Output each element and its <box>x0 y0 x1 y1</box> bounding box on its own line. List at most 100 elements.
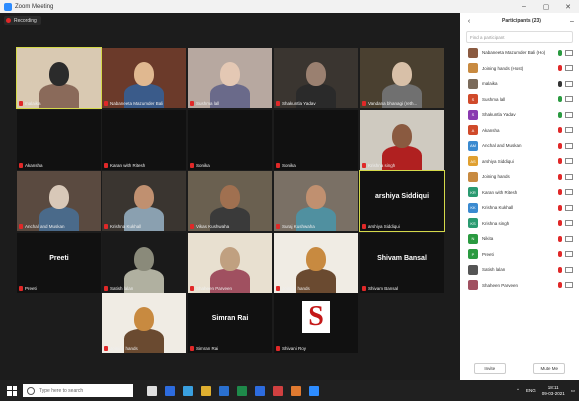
mic-icon[interactable] <box>558 65 562 72</box>
participant-row[interactable]: KK Krishna Kukhall <box>460 200 579 216</box>
language-indicator[interactable]: ENG <box>526 388 536 393</box>
panel-close-icon[interactable]: – <box>565 18 579 25</box>
video-tile[interactable]: Vikas Kushwaha <box>188 171 272 231</box>
video-tile[interactable]: Suraj Kushwaha <box>274 171 358 231</box>
profile-logo: S <box>302 301 330 333</box>
video-icon[interactable] <box>565 111 573 118</box>
video-tile[interactable]: Joining hands <box>274 233 358 293</box>
taskbar-app-icon[interactable] <box>183 385 193 396</box>
recording-indicator[interactable]: Recording <box>4 16 41 25</box>
mic-icon[interactable] <box>558 251 562 258</box>
participant-name: Joining hands <box>482 174 510 180</box>
taskbar-app-icon[interactable] <box>237 385 247 396</box>
video-icon[interactable] <box>565 282 573 289</box>
participant-row[interactable]: AS arshiya Siddiqui <box>460 154 579 170</box>
participant-row[interactable]: N Nikita <box>460 231 579 247</box>
participant-row[interactable]: Nabaneeta Mazumder Bali (Ho) <box>460 45 579 61</box>
video-tile[interactable]: Shivam Bansal Shivam Bansal <box>360 233 444 293</box>
video-icon[interactable] <box>565 142 573 149</box>
video-icon[interactable] <box>565 189 573 196</box>
taskbar-app-icon[interactable] <box>201 385 211 396</box>
taskbar-app-icon[interactable] <box>273 385 283 396</box>
participant-row[interactable]: Joining hands (Host) <box>460 61 579 77</box>
video-tile[interactable]: Preeti Preeti <box>17 233 101 293</box>
participant-search-input[interactable]: Find a participant <box>466 31 573 43</box>
mic-icon[interactable] <box>558 127 562 134</box>
mic-icon[interactable] <box>558 49 562 56</box>
mic-icon[interactable] <box>558 158 562 165</box>
taskbar-app-icon[interactable] <box>309 385 319 396</box>
mic-icon[interactable] <box>558 173 562 180</box>
participant-row[interactable]: P Preeti <box>460 247 579 263</box>
video-icon[interactable] <box>565 96 573 103</box>
video-tile[interactable]: Nabaneeta Mazumder Bali <box>102 48 186 108</box>
video-icon[interactable] <box>565 80 573 87</box>
taskbar-app-icon[interactable] <box>219 385 229 396</box>
collapse-chevron-icon[interactable]: ‹ <box>460 18 478 25</box>
video-tile[interactable]: Vandana bhanagi (reth... <box>360 48 444 108</box>
video-tile[interactable]: Anchal and Muskan <box>17 171 101 231</box>
video-tile[interactable]: Shakuntla Yadav <box>274 48 358 108</box>
taskbar-app-icon[interactable] <box>291 385 301 396</box>
minimize-button[interactable]: – <box>513 3 535 10</box>
participant-row[interactable]: malaika <box>460 76 579 92</box>
notifications-icon[interactable]: ▭ <box>571 388 575 394</box>
windows-start-icon[interactable] <box>7 385 17 396</box>
video-icon[interactable] <box>565 158 573 165</box>
mic-icon[interactable] <box>558 204 562 211</box>
video-tile[interactable]: malaika <box>16 47 102 109</box>
mic-icon[interactable] <box>558 142 562 149</box>
video-tile[interactable]: arshiya Siddiqui arshiya Siddiqui <box>359 170 445 232</box>
taskbar-app-icon[interactable] <box>165 385 175 396</box>
video-icon[interactable] <box>565 127 573 134</box>
mic-icon[interactable] <box>558 111 562 118</box>
video-icon[interactable] <box>565 173 573 180</box>
clock[interactable]: 18:11 09-03-2021 <box>542 385 565 397</box>
participant-row[interactable]: S Shakuntla Yadav <box>460 107 579 123</box>
close-button[interactable]: ✕ <box>557 3 579 11</box>
mic-icon[interactable] <box>558 235 562 242</box>
video-icon[interactable] <box>565 220 573 227</box>
video-tile[interactable]: Simran Rai Simran Rai <box>188 293 272 353</box>
participant-row[interactable]: AM Anchal and Muskan <box>460 138 579 154</box>
taskbar-app-icon[interactable] <box>255 385 265 396</box>
video-icon[interactable] <box>565 65 573 72</box>
participant-row[interactable]: KS Krishna singh <box>460 216 579 232</box>
video-icon[interactable] <box>565 266 573 273</box>
participant-row[interactable]: A Akansha <box>460 123 579 139</box>
participant-row[interactable]: Satish lalan <box>460 262 579 278</box>
tray-chevron-icon[interactable]: ⌃ <box>516 388 520 394</box>
video-icon[interactable] <box>565 251 573 258</box>
video-tile[interactable]: Satish lalan <box>102 233 186 293</box>
video-tile[interactable]: Karan with Ritesh <box>102 110 186 170</box>
video-tile[interactable]: Sonika <box>274 110 358 170</box>
video-tile[interactable]: Krishna Kukhall <box>102 171 186 231</box>
video-icon[interactable] <box>565 49 573 56</box>
mute-me-button[interactable]: Mute Me <box>533 363 566 374</box>
mic-icon[interactable] <box>558 220 562 227</box>
participant-row[interactable]: Joining hands <box>460 169 579 185</box>
participant-name: Nabaneeta Mazumder Bali (Ho) <box>482 50 546 56</box>
participant-row[interactable]: Shaheen Parveen <box>460 278 579 294</box>
participant-row[interactable]: KR Karan with Ritesh <box>460 185 579 201</box>
mic-icon[interactable] <box>558 189 562 196</box>
invite-button[interactable]: Invite <box>473 363 506 374</box>
video-tile[interactable]: Sushma lall <box>188 48 272 108</box>
taskbar-app-icon[interactable] <box>147 385 157 396</box>
video-icon[interactable] <box>565 204 573 211</box>
restore-button[interactable]: ▢ <box>535 3 557 11</box>
video-tile[interactable]: Sonika <box>188 110 272 170</box>
video-tile[interactable]: Krishna singh <box>360 110 444 170</box>
video-tile[interactable]: Shaheen Parveen <box>188 233 272 293</box>
mic-icon[interactable] <box>558 80 562 87</box>
muted-mic-icon <box>104 346 108 351</box>
mic-icon[interactable] <box>558 282 562 289</box>
video-icon[interactable] <box>565 235 573 242</box>
mic-icon[interactable] <box>558 266 562 273</box>
mic-icon[interactable] <box>558 96 562 103</box>
video-tile[interactable]: Joining hands <box>102 293 186 353</box>
participant-row[interactable]: S Sushma lall <box>460 92 579 108</box>
taskbar-search-input[interactable]: Type here to search <box>23 384 133 397</box>
video-tile[interactable]: S Shivani Roy <box>274 293 358 353</box>
video-tile[interactable]: Akansha <box>17 110 101 170</box>
